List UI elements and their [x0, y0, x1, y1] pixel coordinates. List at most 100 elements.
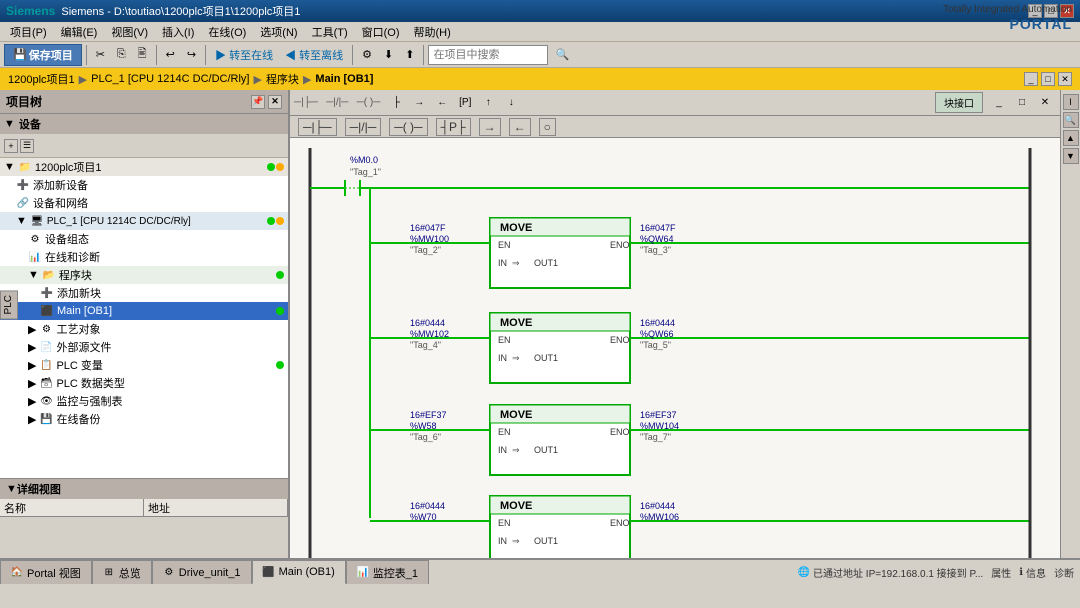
rp-search-btn[interactable]: 🔍: [1063, 112, 1079, 128]
instr-nc-contact[interactable]: ─|/|─: [345, 118, 382, 136]
tree-network-label: 设备和网络: [33, 195, 88, 211]
breadcrumb-arrow-1: ▶: [79, 73, 87, 86]
rp-instructions-btn[interactable]: I: [1063, 94, 1079, 110]
breadcrumb-arrow-3: ▶: [303, 73, 311, 86]
move3-out-addr: 16#EF37: [640, 410, 677, 420]
menu-view[interactable]: 视图(V): [105, 22, 154, 42]
paste-button[interactable]: 🖹: [133, 44, 152, 66]
tree-item-network[interactable]: 🔗 设备和网络: [0, 194, 288, 212]
device-config-icon: ⚙: [28, 232, 42, 246]
tree-item-root[interactable]: ▼ 📁 1200plc项目1: [0, 158, 288, 176]
tree-item-online-backup[interactable]: ▶ 💾 在线备份: [0, 410, 288, 428]
undo-button[interactable]: ↩: [161, 44, 180, 66]
portal-tab-label: Portal 视图: [27, 565, 81, 581]
ladder-area[interactable]: %M0.0 "Tag_1": [290, 138, 1060, 558]
tree-item-plc-vars[interactable]: ▶ 📋 PLC 变量: [0, 356, 288, 374]
menu-options[interactable]: 选项(N): [254, 22, 303, 42]
plc-side-tab[interactable]: PLC: [0, 290, 18, 319]
menu-online[interactable]: 在线(O): [202, 22, 252, 42]
move4-out1-label: OUT1: [534, 536, 558, 546]
breadcrumb-close[interactable]: ✕: [1058, 72, 1072, 86]
search-input[interactable]: [428, 45, 548, 65]
search-button[interactable]: 🔍: [550, 44, 574, 66]
go-online-button[interactable]: ▶ 转至在线: [210, 44, 278, 66]
tree-expand-tech: ▶: [28, 323, 36, 336]
tree-item-tech-objects[interactable]: ▶ ⚙ 工艺对象: [0, 320, 288, 338]
tree-item-main-ob1[interactable]: ⬛ Main [OB1]: [0, 302, 288, 320]
tree-item-watch-force[interactable]: ▶ 👁 监控与强制表: [0, 392, 288, 410]
et-btn-5[interactable]: ↑: [477, 92, 499, 114]
instr-no-contact[interactable]: ─|├─: [298, 118, 337, 136]
compile-button[interactable]: ⚙: [357, 44, 377, 66]
tree-item-ext-sources[interactable]: ▶ 📄 外部源文件: [0, 338, 288, 356]
bottom-tab-main[interactable]: ⬛ Main (OB1): [252, 560, 346, 584]
plc-status: [267, 217, 284, 225]
diag-status[interactable]: 诊断: [1054, 565, 1074, 580]
tree-expand-root: ▼: [4, 161, 15, 173]
info-status[interactable]: ℹ 信息: [1019, 565, 1046, 580]
copy-button[interactable]: ⎘: [112, 44, 131, 66]
tree-item-online-diag[interactable]: 📊 在线和诊断: [0, 248, 288, 266]
tree-item-add-block[interactable]: ➕ 添加新块: [0, 284, 288, 302]
instr-branch-open[interactable]: ○: [539, 118, 556, 136]
rp-down-btn[interactable]: ▼: [1063, 148, 1079, 164]
tree-item-program-blocks[interactable]: ▼ 📂 程序块: [0, 266, 288, 284]
sidebar-filter-btn[interactable]: ☰: [20, 139, 34, 153]
ladder-diagram-svg: %M0.0 "Tag_1": [290, 138, 1050, 558]
tree-expand-dt: ▶: [28, 377, 36, 390]
upload-button[interactable]: ⬆: [400, 44, 419, 66]
bottom-tab-drive[interactable]: ⚙ Drive_unit_1: [152, 560, 252, 584]
tree-item-device-config[interactable]: ⚙ 设备组态: [0, 230, 288, 248]
tree-item-plc[interactable]: ▼ 🖥 PLC_1 [CPU 1214C DC/DC/Rly]: [0, 212, 288, 230]
et-btn-2[interactable]: →: [408, 92, 430, 114]
menu-insert[interactable]: 插入(I): [156, 22, 200, 42]
breadcrumb-programs[interactable]: 程序块: [266, 71, 299, 87]
rp-up-btn[interactable]: ▲: [1063, 130, 1079, 146]
instr-wire-left[interactable]: ←: [509, 118, 531, 136]
bottom-bar: 🏠 Portal 视图 ⊞ 总览 ⚙ Drive_unit_1 ⬛ Main (…: [0, 558, 1080, 584]
tia-portal-brand: Totally Integrated Automation PORTAL: [943, 4, 1072, 33]
breadcrumb-arrow-2: ▶: [253, 73, 261, 86]
menu-tools[interactable]: 工具(T): [306, 22, 354, 42]
cut-button[interactable]: ✂: [91, 44, 110, 66]
download-button[interactable]: ⬇: [379, 44, 398, 66]
save-project-button[interactable]: 💾 保存项目: [4, 44, 82, 66]
menu-window[interactable]: 窗口(O): [356, 22, 406, 42]
breadcrumb-plc[interactable]: PLC_1 [CPU 1214C DC/DC/Rly]: [91, 73, 249, 85]
devices-section-header[interactable]: ▼ 设备: [0, 114, 288, 134]
instr-wire-right[interactable]: →: [479, 118, 501, 136]
tree-item-datatypes[interactable]: ▶ 🗃 PLC 数据类型: [0, 374, 288, 392]
go-offline-button[interactable]: ◀ 转至离线: [280, 44, 348, 66]
et-btn-1[interactable]: ├: [385, 92, 407, 114]
tree-item-add-device[interactable]: ➕ 添加新设备: [0, 176, 288, 194]
tree-area[interactable]: ▼ 📁 1200plc项目1 ➕ 添加新设备 🔗 设备和网络 ▼ 🖥 PLC_1: [0, 158, 288, 478]
et-btn-3[interactable]: ←: [431, 92, 453, 114]
menu-edit[interactable]: 编辑(E): [55, 22, 104, 42]
properties-label: 属性: [991, 565, 1011, 580]
bottom-tab-portal[interactable]: 🏠 Portal 视图: [0, 560, 92, 584]
breadcrumb-restore[interactable]: □: [1041, 72, 1055, 86]
menu-help[interactable]: 帮助(H): [408, 22, 457, 42]
et-btn-4[interactable]: [P]: [454, 92, 476, 114]
menu-project[interactable]: 项目(P): [4, 22, 53, 42]
breadcrumb-root[interactable]: 1200plc项目1: [8, 71, 75, 87]
bottom-tab-overview[interactable]: ⊞ 总览: [92, 560, 152, 584]
editor-float-btn[interactable]: □: [1011, 92, 1033, 114]
sidebar-add-btn[interactable]: +: [4, 139, 18, 153]
et-btn-6[interactable]: ↓: [500, 92, 522, 114]
instr-coil[interactable]: ─( )─: [389, 118, 427, 136]
move1-in-tag: "Tag_2": [410, 245, 441, 255]
editor-close-btn[interactable]: ✕: [1034, 92, 1056, 114]
breadcrumb-main[interactable]: Main [OB1]: [315, 73, 373, 85]
bottom-tab-monitor[interactable]: 📊 监控表_1: [346, 560, 429, 584]
editor-minimize-btn[interactable]: _: [988, 92, 1010, 114]
properties-status[interactable]: 属性: [991, 565, 1011, 580]
move3-header: MOVE: [500, 409, 532, 421]
breadcrumb-minimize[interactable]: _: [1024, 72, 1038, 86]
project-tree-close[interactable]: ✕: [268, 95, 282, 109]
detail-view-header[interactable]: ▼ 详细视图: [0, 479, 288, 499]
project-tree-dock[interactable]: 📌: [251, 95, 265, 109]
redo-button[interactable]: ↪: [182, 44, 201, 66]
instr-pos-edge[interactable]: ┤P├: [436, 118, 471, 136]
monitor-tab-label: 监控表_1: [373, 565, 418, 581]
